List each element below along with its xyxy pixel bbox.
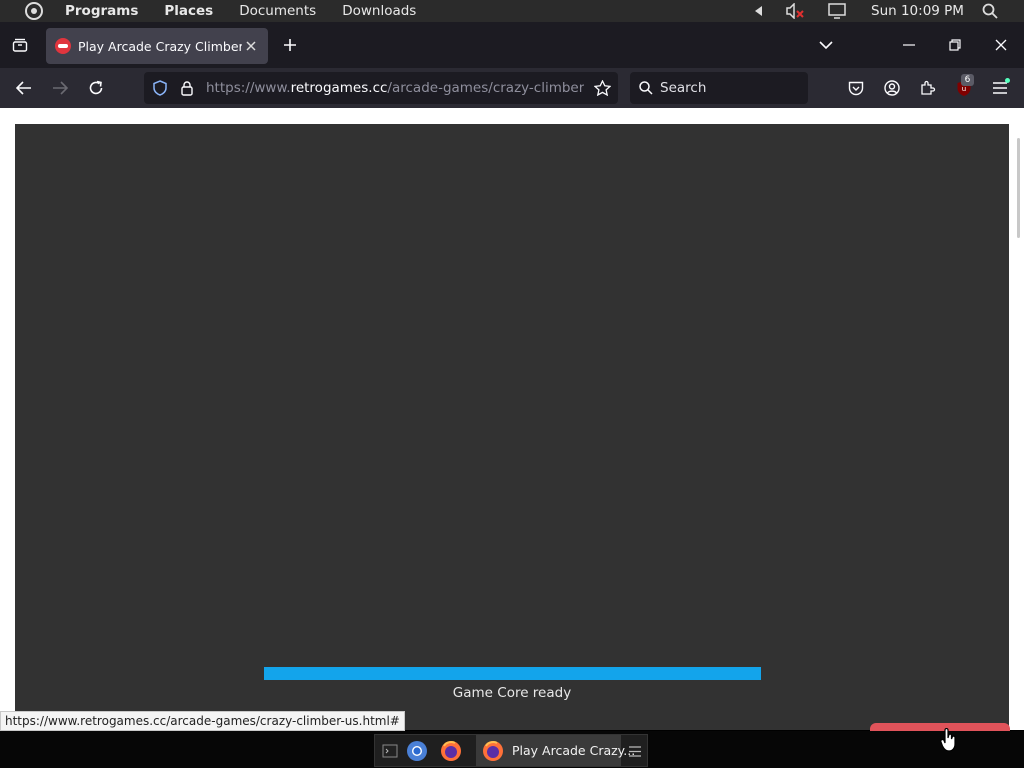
menu-documents[interactable]: Documents — [239, 3, 316, 19]
firefox-icon — [482, 740, 504, 762]
link-status-tooltip: https://www.retrogames.cc/arcade-games/c… — [0, 711, 405, 731]
url-bar[interactable]: https://www.retrogames.cc/arcade-games/c… — [144, 72, 618, 104]
page-content: Game Core ready — [0, 108, 1024, 735]
distributor-logo-icon[interactable] — [25, 2, 43, 20]
panel-clock[interactable]: Sun 10:09 PM — [871, 3, 964, 19]
taskbar-menu-icon[interactable] — [627, 743, 643, 759]
search-field-icon — [638, 80, 654, 96]
minimize-icon[interactable] — [897, 34, 921, 56]
url-host: retrogames.cc — [290, 80, 388, 96]
extension-badge: 6 — [961, 74, 974, 86]
taskbar-task-firefox[interactable]: Play Arcade Crazy... — [476, 735, 635, 766]
tab-overview-icon[interactable] — [8, 34, 32, 56]
tab-bar: Play Arcade Crazy Climber (US) — [0, 22, 1024, 68]
url-text[interactable]: https://www.retrogames.cc/arcade-games/c… — [206, 80, 584, 96]
hamburger-menu-icon[interactable] — [988, 76, 1012, 100]
progress-fill — [264, 667, 761, 680]
mouse-pointer-hand-icon — [940, 727, 958, 756]
forward-arrow-icon[interactable] — [48, 76, 72, 100]
account-icon[interactable] — [880, 76, 904, 100]
menu-places[interactable]: Places — [164, 3, 213, 19]
tracking-shield-icon[interactable] — [150, 79, 170, 97]
page-scrollbar[interactable] — [1017, 138, 1020, 238]
url-path: /arcade-games/crazy-climber-us.html# — [387, 80, 584, 96]
close-icon[interactable] — [242, 37, 260, 55]
game-emulator-area[interactable]: Game Core ready — [15, 124, 1009, 730]
site-favicon-icon — [55, 38, 71, 54]
back-arrow-icon[interactable] — [12, 76, 36, 100]
pocket-icon[interactable] — [844, 76, 868, 100]
progress-bar — [264, 667, 761, 680]
chromium-icon[interactable] — [405, 739, 429, 763]
list-all-tabs-chevron-icon[interactable] — [814, 34, 838, 56]
menu-downloads[interactable]: Downloads — [342, 3, 416, 19]
lock-icon[interactable] — [177, 79, 197, 97]
volume-muted-icon[interactable] — [784, 0, 806, 22]
update-dot-icon — [1005, 78, 1010, 83]
menu-programs[interactable]: Programs — [65, 3, 138, 19]
search-bar[interactable]: Search — [630, 72, 808, 104]
firefox-icon[interactable] — [439, 739, 463, 763]
search-icon[interactable] — [980, 0, 1000, 22]
top-panel: Programs Places Documents Downloads Sun … — [0, 0, 1024, 22]
game-status-text: Game Core ready — [452, 685, 572, 701]
restore-icon[interactable] — [943, 34, 967, 56]
reload-icon[interactable] — [84, 76, 108, 100]
taskbar-group: Play Arcade Crazy... — [374, 734, 648, 767]
display-icon[interactable] — [826, 0, 848, 22]
tab-active[interactable]: Play Arcade Crazy Climber (US) — [46, 28, 268, 64]
new-tab-plus-icon[interactable] — [278, 34, 302, 56]
bookmark-star-icon[interactable] — [592, 79, 612, 97]
taskbar-task-label: Play Arcade Crazy... — [512, 743, 636, 758]
url-scheme: https://www. — [206, 80, 291, 96]
tab-title: Play Arcade Crazy Climber (US) — [78, 38, 242, 54]
terminal-icon[interactable] — [380, 741, 400, 761]
search-placeholder: Search — [660, 80, 707, 96]
volume-left-arrow-icon[interactable] — [752, 0, 766, 22]
window-close-icon[interactable] — [989, 34, 1013, 56]
taskbar: Play Arcade Crazy... — [0, 731, 1024, 768]
navigation-toolbar: https://www.retrogames.cc/arcade-games/c… — [0, 68, 1024, 108]
extensions-puzzle-icon[interactable] — [916, 76, 940, 100]
